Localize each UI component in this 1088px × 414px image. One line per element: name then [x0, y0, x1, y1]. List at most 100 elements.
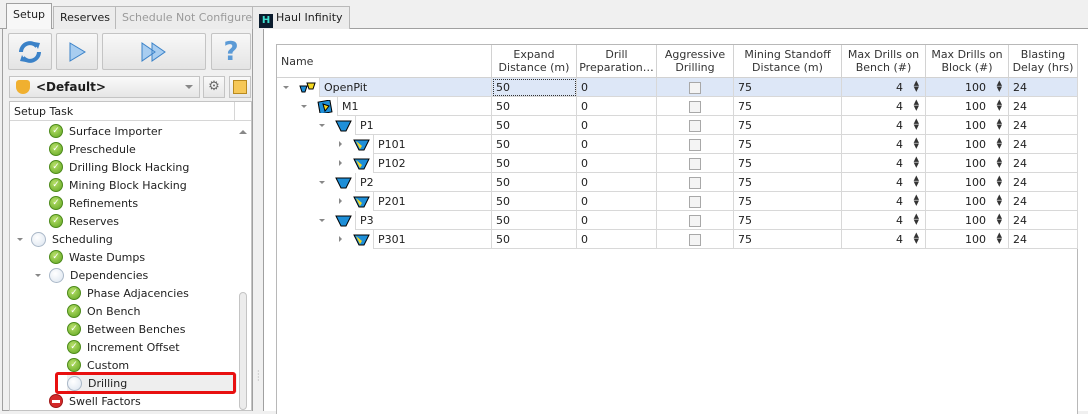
cell-aggressive[interactable]	[657, 97, 734, 116]
cell-delay[interactable]: 24	[1009, 116, 1078, 135]
cell-drill-prep[interactable]: 0	[577, 135, 657, 154]
task-item[interactable]: ✓ Reserves	[49, 212, 119, 230]
task-item[interactable]: ✓ Between Benches	[67, 320, 185, 338]
scroll-up-icon[interactable]	[239, 126, 247, 134]
cell-standoff[interactable]: 75	[734, 135, 842, 154]
cell-drill-prep[interactable]: 0	[577, 154, 657, 173]
cell-aggressive[interactable]	[657, 211, 734, 230]
tab-reserves[interactable]: Reserves	[53, 6, 117, 29]
cell-bench[interactable]: 4 ▲ ▼	[842, 78, 926, 97]
cell-block[interactable]: 100 ▲ ▼	[926, 78, 1009, 97]
cell-standoff[interactable]: 75	[734, 78, 842, 97]
expand-arrow-icon[interactable]	[17, 238, 23, 244]
spin-buttons[interactable]: ▲ ▼	[914, 80, 919, 93]
cell-standoff[interactable]: 75	[734, 230, 842, 249]
cell-aggressive[interactable]	[657, 78, 734, 97]
cell-expand[interactable]: 50	[492, 230, 577, 249]
cell-standoff[interactable]: 75	[734, 154, 842, 173]
spin-buttons[interactable]: ▲ ▼	[914, 232, 919, 245]
cell-block[interactable]: 100 ▲ ▼	[926, 135, 1009, 154]
cell-expand[interactable]: 50	[492, 192, 577, 211]
cell-aggressive[interactable]	[657, 135, 734, 154]
cell-standoff[interactable]: 75	[734, 116, 842, 135]
spin-buttons[interactable]: ▲ ▼	[914, 137, 919, 150]
collapse-arrow-icon[interactable]	[319, 124, 325, 130]
cell-bench[interactable]: 4 ▲ ▼	[842, 230, 926, 249]
cell-bench[interactable]: 4 ▲ ▼	[842, 97, 926, 116]
cell-expand[interactable]: 50	[492, 116, 577, 135]
task-item[interactable]: ✓ Phase Adjacencies	[67, 284, 189, 302]
tab-setup[interactable]: Setup	[6, 3, 53, 30]
cell-aggressive[interactable]	[657, 230, 734, 249]
cell-delay[interactable]: 24	[1009, 78, 1078, 97]
task-item[interactable]: Dependencies	[49, 266, 148, 284]
cell-standoff[interactable]: 75	[734, 192, 842, 211]
column-header[interactable]: Aggressive Drilling	[657, 45, 734, 78]
aggressive-checkbox[interactable]	[689, 215, 701, 227]
cell-expand[interactable]: 50	[492, 97, 577, 116]
cell-delay[interactable]: 24	[1009, 173, 1078, 192]
spin-buttons[interactable]: ▲ ▼	[914, 156, 919, 169]
row-name[interactable]: P301	[373, 230, 492, 249]
cell-bench[interactable]: 4 ▲ ▼	[842, 173, 926, 192]
task-item[interactable]: ✓ Mining Block Hacking	[49, 176, 187, 194]
cell-block[interactable]: 100 ▲ ▼	[926, 173, 1009, 192]
task-item[interactable]: ✓ Surface Importer	[49, 122, 162, 140]
spin-buttons[interactable]: ▲ ▼	[914, 99, 919, 112]
row-name[interactable]: P1	[355, 116, 492, 135]
expand-arrow-icon[interactable]	[339, 236, 345, 242]
column-header[interactable]: Max Drills on Block (#)	[926, 45, 1009, 78]
cell-aggressive[interactable]	[657, 192, 734, 211]
task-item[interactable]: ✓ Increment Offset	[67, 338, 180, 356]
cell-standoff[interactable]: 75	[734, 211, 842, 230]
column-header[interactable]: Mining Standoff Distance (m)	[734, 45, 842, 78]
row-name[interactable]: P102	[373, 154, 492, 173]
cell-block[interactable]: 100 ▲ ▼	[926, 154, 1009, 173]
cell-bench[interactable]: 4 ▲ ▼	[842, 154, 926, 173]
cell-delay[interactable]: 24	[1009, 192, 1078, 211]
tab-haul-infinity[interactable]: H Haul Infinity	[252, 6, 350, 29]
cell-block[interactable]: 100 ▲ ▼	[926, 230, 1009, 249]
spin-buttons[interactable]: ▲ ▼	[914, 213, 919, 226]
cell-delay[interactable]: 24	[1009, 154, 1078, 173]
spin-buttons[interactable]: ▲ ▼	[997, 232, 1002, 245]
cell-drill-prep[interactable]: 0	[577, 78, 657, 97]
task-item[interactable]: Scheduling	[31, 230, 113, 248]
cell-standoff[interactable]: 75	[734, 97, 842, 116]
refresh-button[interactable]	[8, 33, 52, 70]
aggressive-checkbox[interactable]	[689, 139, 701, 151]
collapse-arrow-icon[interactable]	[319, 219, 325, 225]
run-all-button[interactable]	[102, 33, 206, 70]
spin-buttons[interactable]: ▲ ▼	[997, 213, 1002, 226]
spin-buttons[interactable]: ▲ ▼	[997, 137, 1002, 150]
collapse-arrow-icon[interactable]	[319, 181, 325, 187]
cell-delay[interactable]: 24	[1009, 211, 1078, 230]
spin-buttons[interactable]: ▲ ▼	[997, 194, 1002, 207]
scrollbar-thumb[interactable]	[239, 292, 247, 410]
run-button[interactable]	[56, 33, 98, 70]
cell-block[interactable]: 100 ▲ ▼	[926, 97, 1009, 116]
cell-bench[interactable]: 4 ▲ ▼	[842, 116, 926, 135]
cell-expand[interactable]: 50	[492, 78, 577, 97]
cell-block[interactable]: 100 ▲ ▼	[926, 192, 1009, 211]
spin-buttons[interactable]: ▲ ▼	[997, 99, 1002, 112]
aggressive-checkbox[interactable]	[689, 177, 701, 189]
task-item[interactable]: ✓ On Bench	[67, 302, 140, 320]
aggressive-checkbox[interactable]	[689, 120, 701, 132]
cell-bench[interactable]: 4 ▲ ▼	[842, 135, 926, 154]
expand-arrow-icon[interactable]	[35, 274, 41, 280]
aggressive-checkbox[interactable]	[689, 196, 701, 208]
task-item[interactable]: ✓ Refinements	[49, 194, 138, 212]
cell-delay[interactable]: 24	[1009, 230, 1078, 249]
aggressive-checkbox[interactable]	[689, 82, 701, 94]
cell-block[interactable]: 100 ▲ ▼	[926, 116, 1009, 135]
spin-buttons[interactable]: ▲ ▼	[997, 118, 1002, 131]
spin-buttons[interactable]: ▲ ▼	[997, 156, 1002, 169]
cell-expand[interactable]: 50	[492, 154, 577, 173]
cell-drill-prep[interactable]: 0	[577, 230, 657, 249]
cell-aggressive[interactable]	[657, 116, 734, 135]
cell-aggressive[interactable]	[657, 154, 734, 173]
aggressive-checkbox[interactable]	[689, 234, 701, 246]
row-name[interactable]: M1	[337, 97, 492, 116]
expand-arrow-icon[interactable]	[339, 198, 345, 204]
